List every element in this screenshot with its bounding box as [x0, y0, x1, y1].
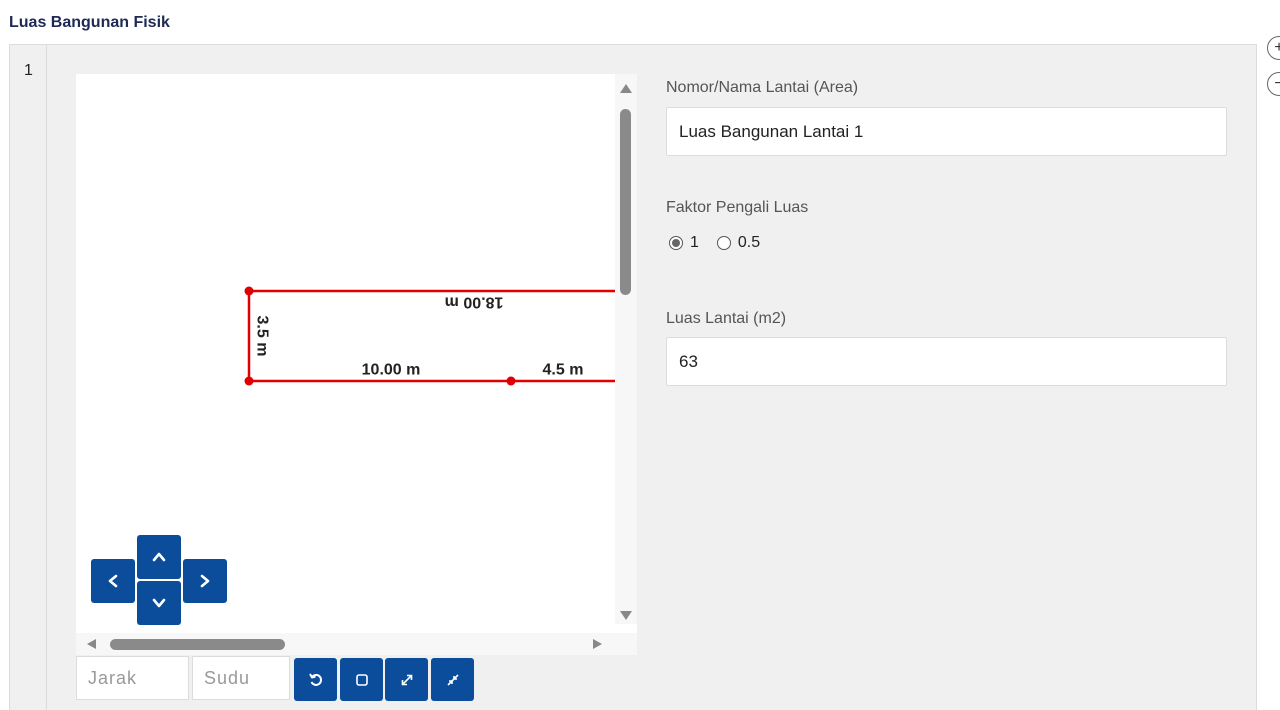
row-divider — [46, 45, 47, 710]
dimension-label-left: 3.5 m — [254, 316, 271, 357]
floor-name-label: Nomor/Nama Lantai (Area) — [666, 79, 859, 96]
scroll-down-icon[interactable] — [620, 611, 632, 620]
multiplier-radio-group: 1 0.5 — [669, 234, 778, 252]
zoom-out-button[interactable] — [431, 658, 474, 701]
chevron-left-icon — [108, 574, 118, 588]
horizontal-scrollbar[interactable] — [76, 633, 637, 655]
dimension-label-top: 18.00 m — [445, 294, 504, 311]
plus-icon: + — [1274, 39, 1280, 56]
floor-area-label: Luas Lantai (m2) — [666, 310, 787, 327]
pan-down-button[interactable] — [137, 581, 181, 625]
plan-vertex[interactable] — [244, 286, 254, 296]
close-shape-button[interactable] — [340, 658, 383, 701]
expand-icon — [401, 674, 412, 685]
multiplier-option-1[interactable]: 1 — [669, 234, 699, 252]
scroll-right-icon[interactable] — [593, 639, 602, 649]
pan-left-button[interactable] — [91, 559, 135, 603]
vertical-scrollbar[interactable] — [615, 74, 637, 624]
pan-up-button[interactable] — [137, 535, 181, 579]
scroll-up-icon[interactable] — [620, 84, 632, 93]
radio-unchecked-icon[interactable] — [716, 236, 731, 250]
row-number: 1 — [24, 62, 33, 79]
minus-icon: − — [1274, 75, 1280, 92]
undo-button[interactable] — [294, 658, 337, 701]
plan-vertex[interactable] — [506, 376, 516, 386]
multiplier-option-0-5[interactable]: 0.5 — [716, 234, 761, 252]
dimension-label-bottom-right: 4.5 m — [543, 362, 584, 379]
radio-checked-icon[interactable] — [669, 236, 683, 250]
floor-area-field[interactable]: 63 — [666, 337, 1227, 386]
multiplier-option-label: 0.5 — [737, 234, 761, 251]
chevron-up-icon — [152, 552, 166, 562]
floor-row-panel: 1 18.00 m 3.5 m 10.00 m 4.5 m Jarak Sudu… — [9, 44, 1257, 710]
multiplier-option-label: 1 — [690, 234, 699, 251]
angle-input[interactable] — [192, 656, 290, 700]
section-title: Luas Bangunan Fisik — [9, 14, 170, 31]
square-icon — [355, 673, 368, 686]
add-row-button[interactable]: + — [1267, 36, 1280, 60]
drawing-canvas[interactable]: 18.00 m 3.5 m 10.00 m 4.5 m — [76, 74, 637, 655]
vertical-scroll-thumb[interactable] — [620, 109, 631, 295]
plan-vertex[interactable] — [244, 376, 254, 386]
distance-input[interactable] — [76, 656, 189, 700]
zoom-in-button[interactable] — [385, 658, 428, 701]
dimension-label-bottom-left: 10.00 m — [362, 362, 421, 379]
chevron-right-icon — [200, 574, 210, 588]
collapse-icon — [446, 673, 459, 686]
chevron-down-icon — [152, 598, 166, 608]
pan-right-button[interactable] — [183, 559, 227, 603]
horizontal-scroll-thumb[interactable] — [110, 639, 285, 650]
undo-icon — [308, 673, 322, 686]
scroll-left-icon[interactable] — [87, 639, 96, 649]
remove-row-button[interactable]: − — [1267, 72, 1280, 96]
multiplier-label: Faktor Pengali Luas — [666, 199, 809, 216]
floor-name-field[interactable]: Luas Bangunan Lantai 1 — [666, 107, 1227, 156]
